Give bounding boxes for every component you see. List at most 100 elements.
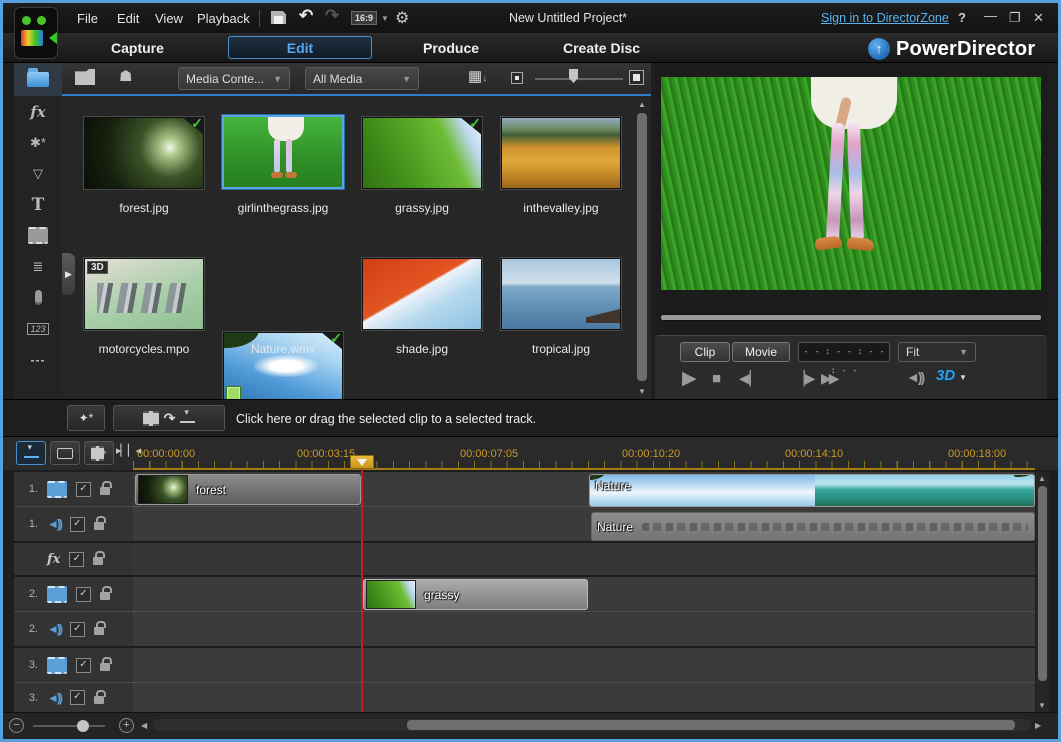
media-item-tropical[interactable] [501,258,621,330]
tab-capture[interactable]: Capture [111,40,164,56]
3d-caret-icon[interactable]: ▼ [959,373,967,382]
zoom-large-icon[interactable] [629,70,644,85]
menu-view[interactable]: View [149,9,189,28]
fast-forward-button[interactable]: ▶▶ [821,370,837,387]
sidebar-item-audio-mixing-room[interactable]: ≣ [14,251,62,282]
timeline-clip-forest[interactable]: forest [135,474,361,505]
next-frame-button[interactable]: ▕▶ [794,370,816,387]
track-manager-button[interactable]: + [84,441,114,465]
media-content-dropdown[interactable]: Media Conte...▼ [178,67,290,90]
aspect-ratio-caret-icon[interactable]: ▼ [381,14,389,23]
minimize-button[interactable]: — [984,8,997,23]
sidebar-item-pip-objects-room[interactable]: ✱* [14,127,62,158]
timeline-vscrollbar-thumb[interactable] [1038,486,1047,681]
thumbnail-zoom-slider[interactable] [535,78,623,80]
track-enable-checkbox[interactable]: ✓ [69,552,84,567]
track-fx[interactable] [133,543,1035,577]
import-media-icon[interactable] [75,69,95,85]
scroll-left-icon[interactable]: ◀ [141,721,147,730]
clip-mode-button[interactable]: Clip [680,342,730,362]
track-enable-checkbox[interactable]: ✓ [70,690,85,705]
menu-edit[interactable]: Edit [111,9,145,28]
tab-produce[interactable]: Produce [423,40,479,56]
maximize-button[interactable]: ❐ [1009,10,1021,26]
media-item-shade[interactable] [362,258,482,330]
preview-seek-bar[interactable] [661,315,1041,320]
media-item-girlinthegrass[interactable] [222,115,344,189]
zoom-in-button[interactable]: + [119,718,134,733]
tab-create-disc[interactable]: Create Disc [563,40,640,56]
sidebar-item-voiceover-room[interactable] [14,282,62,313]
help-button[interactable]: ? [958,10,966,25]
scroll-right-icon[interactable]: ▶ [1035,721,1041,730]
scroll-down-icon[interactable]: ▼ [638,387,646,396]
track-enable-checkbox[interactable]: ✓ [70,622,85,637]
all-media-dropdown[interactable]: All Media▼ [305,67,419,90]
library-flyout-handle[interactable]: ▶ [62,253,75,295]
movie-mode-button[interactable]: Movie [732,342,790,362]
sidebar-item-subtitle-room[interactable]: --- [14,344,62,375]
plugin-puzzle-icon[interactable]: ☗ [119,67,132,85]
timeline-clip-nature-audio[interactable]: Nature [591,512,1035,541]
track-lock-icon[interactable] [94,522,104,530]
fit-zoom-dropdown[interactable]: Fit▼ [898,342,976,362]
track-audio-3[interactable] [133,683,1035,712]
redo-icon[interactable]: ↷ [325,6,339,26]
sidebar-item-title-room[interactable]: T [14,189,62,220]
playhead-handle[interactable] [350,455,374,469]
magic-wand-button[interactable]: ✦* [67,405,105,431]
timeline-clip-grassy[interactable]: grassy [363,579,588,610]
timeline-zoom-thumb[interactable] [77,720,89,732]
3d-toggle-button[interactable]: 3D [936,367,955,384]
track-enable-checkbox[interactable]: ✓ [70,517,85,532]
sidebar-item-chapter-room[interactable]: 123 [14,313,62,344]
media-item-forest[interactable]: ✓ [84,117,204,189]
undo-icon[interactable]: ↶ [299,6,313,26]
play-button[interactable]: ▶ [682,367,697,390]
sidebar-item-effect-room[interactable]: fx [14,96,62,127]
playhead-line[interactable] [361,455,363,712]
library-scrollbar[interactable]: ▲ ▼ [635,98,649,398]
timeline-ruler-ticks[interactable] [133,461,1035,468]
media-item-inthevalley[interactable] [501,117,621,189]
menu-playback[interactable]: Playback [191,9,256,28]
zoom-out-button[interactable]: − [9,718,24,733]
track-lock-icon[interactable] [100,663,110,671]
library-scrollbar-thumb[interactable] [637,113,647,381]
media-item-grassy[interactable]: ✓ [362,117,482,189]
sidebar-item-transition-room[interactable] [14,220,62,251]
timeline-view-button[interactable] [16,441,46,465]
insert-to-timeline-button[interactable]: ↷ [113,405,225,431]
track-audio-2[interactable] [133,612,1035,648]
track-lock-icon[interactable] [94,696,104,704]
close-button[interactable]: ✕ [1033,10,1044,26]
track-lock-icon[interactable] [93,557,103,565]
timeline-zoom-slider[interactable] [33,725,105,727]
scroll-up-icon[interactable]: ▲ [638,100,646,109]
save-icon[interactable] [271,11,286,24]
timeline-hscrollbar-thumb[interactable] [407,720,1015,730]
tab-edit[interactable]: Edit [228,36,372,59]
volume-speaker-icon[interactable]: ◄)) [906,369,923,385]
media-item-motorcycles[interactable]: 3D [84,258,204,330]
track-lock-icon[interactable] [100,592,110,600]
menu-file[interactable]: File [71,9,104,28]
timeline-clip-nature-video[interactable]: Nature [589,474,1035,507]
timeline-hscrollbar[interactable] [153,719,1031,731]
previous-frame-button[interactable]: ◀▏ [739,370,761,387]
track-enable-checkbox[interactable]: ✓ [76,482,91,497]
track-enable-checkbox[interactable]: ✓ [76,587,91,602]
signin-link[interactable]: Sign in to DirectorZone [821,11,949,25]
scroll-down-icon[interactable]: ▼ [1038,701,1046,710]
track-lock-icon[interactable] [94,627,104,635]
timeline-vscrollbar[interactable]: ▲ ▼ [1036,472,1049,712]
preview-timecode[interactable]: - - : - - : - - : - - [798,342,890,362]
stop-button[interactable]: ■ [712,370,721,387]
track-enable-checkbox[interactable]: ✓ [76,658,91,673]
scroll-up-icon[interactable]: ▲ [1038,474,1046,483]
aspect-ratio-button[interactable]: 16:9 [351,11,377,25]
track-video-3[interactable] [133,648,1035,683]
zoom-small-icon[interactable] [511,72,523,84]
sort-grid-icon[interactable]: ▦↓ [468,67,487,85]
settings-gear-icon[interactable]: ⚙ [395,8,409,28]
